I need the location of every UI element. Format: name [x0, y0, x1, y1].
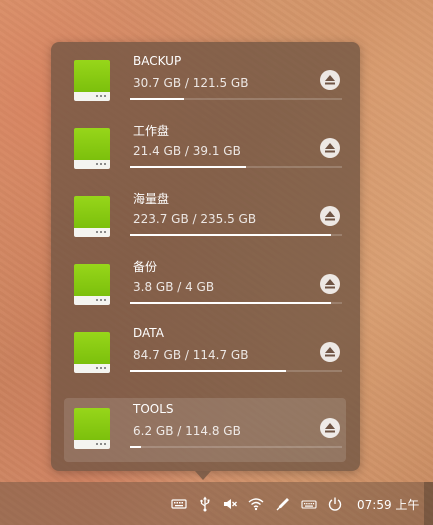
disk-item[interactable]: BACKUP 30.7 GB / 121.5 GB [64, 50, 346, 114]
disk-item[interactable]: TOOLS 6.2 GB / 114.8 GB [64, 398, 346, 462]
disk-name: BACKUP [133, 54, 182, 68]
volume-muted-icon[interactable] [222, 496, 238, 512]
disk-item[interactable]: DATA 84.7 GB / 114.7 GB [64, 322, 346, 386]
disk-name: TOOLS [133, 402, 174, 416]
eject-icon[interactable] [320, 70, 340, 90]
disk-size: 6.2 GB / 114.8 GB [133, 424, 241, 438]
drive-icon [74, 264, 110, 308]
disk-item[interactable]: 工作盘 21.4 GB / 39.1 GB [64, 118, 346, 182]
eject-icon[interactable] [320, 342, 340, 362]
clock[interactable]: 07:59 上午 [357, 496, 419, 513]
disk-item[interactable]: 海量盘 223.7 GB / 235.5 GB [64, 186, 346, 250]
disk-usage-bar [130, 446, 342, 448]
disk-usage-bar [130, 234, 342, 236]
disk-usage-bar [130, 302, 342, 304]
disk-size: 30.7 GB / 121.5 GB [133, 76, 249, 90]
drive-icon [74, 408, 110, 452]
disk-usage-bar [130, 370, 342, 372]
drive-icon [74, 196, 110, 240]
onscreen-keyboard-icon[interactable] [301, 496, 317, 512]
drive-icon [74, 60, 110, 104]
eject-icon[interactable] [320, 206, 340, 226]
disk-size: 3.8 GB / 4 GB [133, 280, 215, 294]
disk-size: 21.4 GB / 39.1 GB [133, 144, 241, 158]
disk-name: 海量盘 [133, 192, 170, 206]
disk-name: 工作盘 [133, 124, 170, 138]
usb-icon[interactable] [197, 496, 213, 512]
eject-icon[interactable] [320, 138, 340, 158]
disk-name: DATA [133, 326, 164, 340]
keyboard-icon[interactable] [171, 496, 187, 512]
drive-icon [74, 332, 110, 376]
eject-icon[interactable] [320, 418, 340, 438]
show-desktop-button[interactable] [424, 482, 433, 525]
disk-item[interactable]: 备份 3.8 GB / 4 GB [64, 254, 346, 318]
eject-icon[interactable] [320, 274, 340, 294]
disk-usage-bar [130, 98, 342, 100]
pen-icon[interactable] [275, 496, 291, 512]
drive-icon [74, 128, 110, 172]
disk-size: 223.7 GB / 235.5 GB [133, 212, 257, 226]
disk-usage-bar [130, 166, 342, 168]
disk-name: 备份 [133, 260, 158, 274]
wifi-icon[interactable] [248, 496, 264, 512]
power-icon[interactable] [327, 496, 343, 512]
removable-disks-popup: BACKUP 30.7 GB / 121.5 GB 工作盘 21.4 GB / … [51, 42, 360, 471]
popup-arrow [195, 471, 211, 480]
disk-size: 84.7 GB / 114.7 GB [133, 348, 249, 362]
